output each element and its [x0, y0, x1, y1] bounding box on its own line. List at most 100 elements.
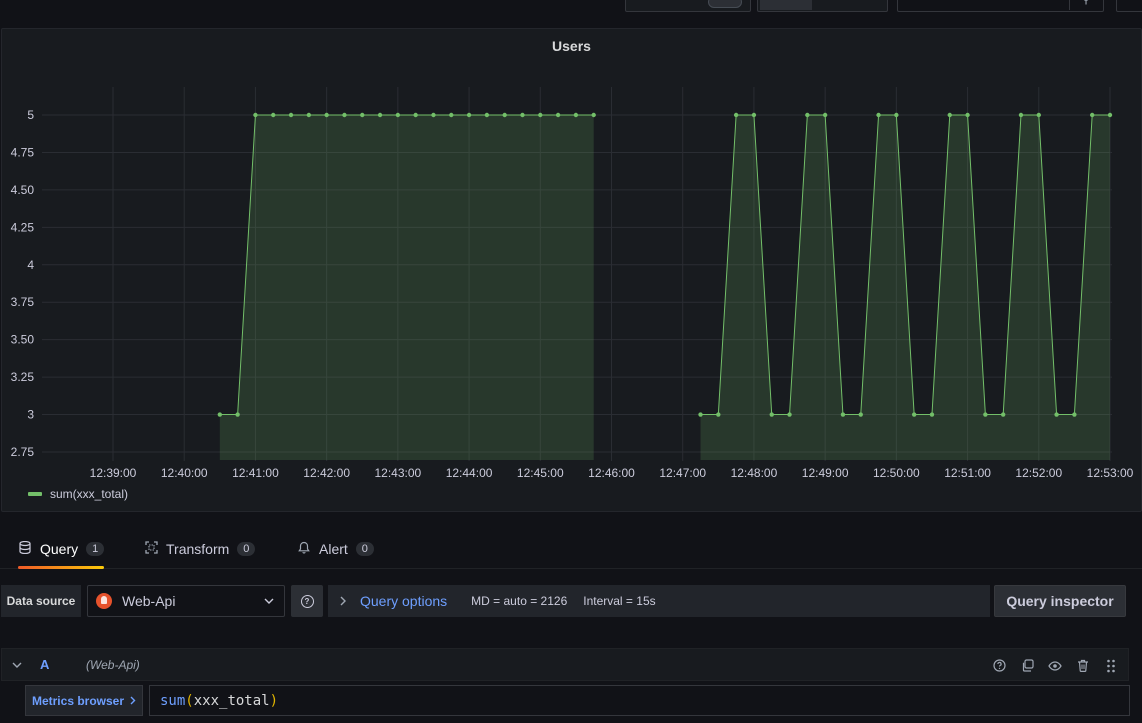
- toolbar-button[interactable]: [1116, 0, 1142, 12]
- data-point: [876, 112, 881, 118]
- drag-handle-icon[interactable]: [1104, 659, 1118, 673]
- x-tick-label: 12:53:00: [1087, 466, 1134, 480]
- data-point: [306, 112, 312, 118]
- data-point: [449, 112, 454, 118]
- query-options-title[interactable]: Query options: [360, 593, 447, 609]
- data-point: [733, 112, 739, 118]
- query-datasource-name: (Web-Api): [86, 657, 140, 672]
- data-point: [395, 112, 401, 118]
- data-point: [555, 112, 561, 118]
- duplicate-icon[interactable]: [1020, 659, 1034, 673]
- data-point: [716, 412, 721, 417]
- chevron-right-icon: [340, 594, 352, 609]
- tab-alert[interactable]: Alert 0: [297, 530, 374, 568]
- data-point: [1054, 412, 1059, 417]
- data-point: [1107, 112, 1113, 118]
- query-inspector-button[interactable]: Query inspector: [994, 585, 1126, 617]
- data-point: [253, 112, 258, 118]
- data-point: [1089, 112, 1095, 118]
- x-tick-label: 12:50:00: [873, 466, 920, 480]
- tab-query[interactable]: Query 1: [18, 530, 105, 569]
- tab-transform-label: Transform: [166, 541, 230, 557]
- data-point: [484, 112, 490, 118]
- tab-transform-count: 0: [237, 542, 256, 556]
- x-tick-label: 12:45:00: [517, 466, 564, 480]
- x-tick-label: 12:42:00: [303, 466, 350, 480]
- data-point: [431, 112, 436, 118]
- x-tick-label: 12:39:00: [90, 466, 137, 480]
- tab-transform[interactable]: Transform 0: [144, 530, 256, 568]
- data-point: [520, 112, 525, 118]
- expr-function: sum: [160, 692, 186, 709]
- metrics-browser-label: Metrics browser: [31, 693, 125, 708]
- y-tick-label: 4.50: [11, 183, 35, 197]
- metrics-browser-button[interactable]: Metrics browser: [25, 685, 143, 716]
- data-source-picker[interactable]: Web-Api: [87, 585, 285, 617]
- query-expression-input[interactable]: sum(xxx_total): [149, 685, 1130, 716]
- trash-icon[interactable]: [1076, 659, 1090, 673]
- query-interval: Interval = 15s: [583, 594, 656, 608]
- toolbar-switch[interactable]: [708, 0, 742, 8]
- query-row-header[interactable]: A (Web-Api): [1, 648, 1129, 681]
- data-point: [894, 112, 899, 118]
- y-tick-label: 4.25: [11, 220, 35, 234]
- y-tick-label: 2.75: [11, 445, 35, 459]
- data-point: [698, 412, 703, 417]
- data-point: [591, 112, 596, 118]
- data-point: [288, 112, 294, 118]
- data-point: [1072, 412, 1077, 417]
- y-tick-label: 4.75: [11, 145, 35, 159]
- data-point: [466, 112, 472, 118]
- data-point: [787, 412, 792, 417]
- data-point: [360, 112, 365, 118]
- data-point: [947, 112, 952, 118]
- x-tick-label: 12:49:00: [802, 466, 849, 480]
- chevron-down-icon[interactable]: [12, 659, 24, 671]
- query-ref-id[interactable]: A: [40, 657, 70, 672]
- expr-close-paren: ): [269, 692, 279, 709]
- y-tick-label: 3: [27, 408, 34, 422]
- data-point: [377, 112, 383, 118]
- data-point: [858, 412, 863, 417]
- tab-alert-count: 0: [355, 542, 374, 556]
- database-icon: [18, 540, 32, 557]
- data-point: [1018, 112, 1024, 118]
- data-source-name: Web-Api: [122, 593, 176, 609]
- eye-icon[interactable]: [1048, 659, 1062, 673]
- x-tick-label: 12:43:00: [374, 466, 421, 480]
- data-point: [769, 412, 774, 417]
- tab-alert-label: Alert: [319, 541, 348, 557]
- data-point: [805, 112, 810, 118]
- search-icon[interactable]: ⚲: [1069, 0, 1102, 10]
- y-tick-label: 4: [27, 258, 34, 272]
- data-point: [324, 112, 329, 118]
- chart-legend[interactable]: sum(xxx_total): [28, 487, 128, 501]
- data-source-label: Data source: [1, 585, 81, 617]
- time-series-chart[interactable]: 2.75 3 3.25 3.50 3.75 4 4.25 4.50 4.75 5 12:39:00 1…: [2, 29, 1141, 511]
- data-point: [1000, 412, 1006, 417]
- data-point: [911, 412, 917, 417]
- tab-query-count: 1: [86, 542, 105, 556]
- legend-label[interactable]: sum(xxx_total): [50, 487, 128, 501]
- data-point: [929, 412, 935, 417]
- data-point: [413, 112, 418, 118]
- help-icon: ?: [300, 594, 314, 608]
- x-tick-label: 12:51:00: [944, 466, 991, 480]
- series-area: [219, 115, 594, 460]
- dashboard-toolbar: ⚲: [0, 0, 1142, 14]
- legend-color-swatch: [28, 492, 42, 496]
- expr-metric: xxx_total: [193, 692, 270, 709]
- transform-icon: [144, 541, 158, 557]
- data-source-help-button[interactable]: ?: [291, 585, 323, 617]
- data-point: [271, 112, 276, 118]
- data-point: [983, 412, 988, 417]
- x-tick-label: 12:41:00: [232, 466, 279, 480]
- y-tick-label: 3.25: [11, 370, 35, 384]
- x-tick-label: 12:44:00: [446, 466, 493, 480]
- toolbar-segment-active[interactable]: [760, 0, 812, 10]
- data-point: [573, 112, 579, 118]
- query-options-bar[interactable]: Query options MD = auto = 2126 Interval …: [328, 585, 990, 617]
- y-tick-label: 3.75: [11, 295, 35, 309]
- help-icon[interactable]: [992, 659, 1006, 673]
- editor-tabs: Query 1 Transform 0 Alert 0: [0, 530, 1142, 569]
